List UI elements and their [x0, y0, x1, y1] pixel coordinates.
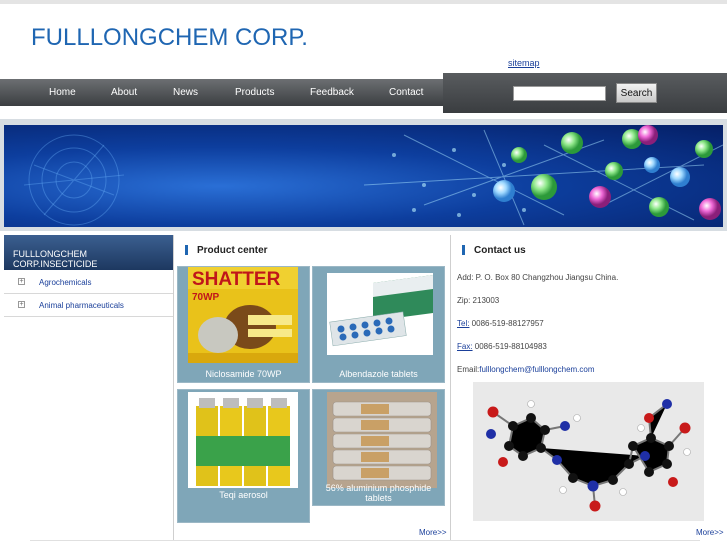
product-card-niclosamide[interactable]: SHATTER 70WP Niclosamide 70WP: [177, 266, 310, 383]
product-card-albendazole[interactable]: Albendazole tablets: [312, 266, 445, 383]
tel-link[interactable]: Tel:: [457, 319, 469, 328]
nav-products[interactable]: Products: [235, 87, 274, 98]
footer-divider: [30, 540, 700, 541]
sidebar-item-animal-pharmaceuticals[interactable]: + Animal pharmaceuticals: [4, 294, 173, 317]
product-caption: 56% aluminium phosphide tablets: [325, 483, 432, 503]
contact-more-link[interactable]: More>>: [696, 528, 724, 537]
email-label: Email:: [457, 365, 480, 374]
expand-plus-icon[interactable]: +: [18, 278, 25, 285]
nav-contact[interactable]: Contact: [389, 87, 423, 98]
search-bar: Search: [443, 73, 727, 113]
contact-tel: Tel: 0086-519-88127957: [457, 319, 544, 328]
contact-zip: Zip: 213003: [457, 296, 500, 305]
sitemap-link[interactable]: sitemap: [508, 58, 540, 68]
fax-number: 0086-519-88104983: [472, 342, 547, 351]
molecule-network-graphic: [23, 125, 723, 226]
contact-address: Add: P. O. Box 80 Changzhou Jiangsu Chin…: [457, 273, 619, 282]
contact-fax: Fax: 0086-519-88104983: [457, 342, 547, 351]
fax-link[interactable]: Fax:: [457, 342, 473, 351]
package-brand-text: SHATTER: [192, 269, 281, 290]
search-input[interactable]: [513, 86, 606, 101]
product-caption: Niclosamide 70WP: [205, 369, 282, 379]
product-image-aerosol: [188, 392, 298, 488]
sidebar-title: FULLLONGCHEM CORP.INSECTICIDE: [4, 235, 173, 270]
molecule-model-image: [473, 382, 704, 521]
product-image-phosphide-tubes: [327, 392, 437, 488]
product-more-link[interactable]: More>>: [419, 528, 447, 537]
nav-home[interactable]: Home: [49, 87, 76, 98]
product-image-shatter: SHATTER 70WP: [188, 267, 298, 363]
search-button[interactable]: Search: [616, 83, 657, 103]
product-image-tablets: [327, 273, 433, 355]
product-center-title: Product center: [197, 245, 268, 256]
email-address[interactable]: fulllongchem@fulllongchem.com: [479, 365, 594, 374]
sidebar-divider: [173, 235, 174, 540]
product-caption: Teqi aerosol: [219, 490, 268, 500]
product-caption: Albendazole tablets: [339, 369, 418, 379]
contact-title: Contact us: [474, 245, 526, 256]
sidebar-item-label: Animal pharmaceuticals: [39, 301, 124, 310]
nav-feedback[interactable]: Feedback: [310, 87, 354, 98]
package-grade-text: 70WP: [192, 292, 220, 303]
main-nav: Home About News Products Feedback Contac…: [0, 79, 443, 106]
sidebar-item-label: Agrochemicals: [39, 278, 92, 287]
section-marker: [185, 245, 188, 255]
chemistry-banner-image: [4, 125, 723, 227]
nav-about[interactable]: About: [111, 87, 137, 98]
nav-news[interactable]: News: [173, 87, 198, 98]
contact-email: Email:fulllongchem@fulllongchem.com: [457, 365, 595, 374]
tel-number: 0086-519-88127957: [469, 319, 544, 328]
section-marker: [462, 245, 465, 255]
expand-plus-icon[interactable]: +: [18, 301, 25, 308]
top-strip: [0, 0, 727, 4]
sidebar-item-agrochemicals[interactable]: + Agrochemicals: [4, 271, 173, 294]
company-logo[interactable]: FULLLONGCHEM CORP.: [31, 24, 308, 52]
product-card-aluminium-phosphide[interactable]: 56% aluminium phosphide tablets: [312, 389, 445, 506]
product-card-teqi-aerosol[interactable]: Teqi aerosol: [177, 389, 310, 523]
column-divider: [450, 235, 451, 540]
